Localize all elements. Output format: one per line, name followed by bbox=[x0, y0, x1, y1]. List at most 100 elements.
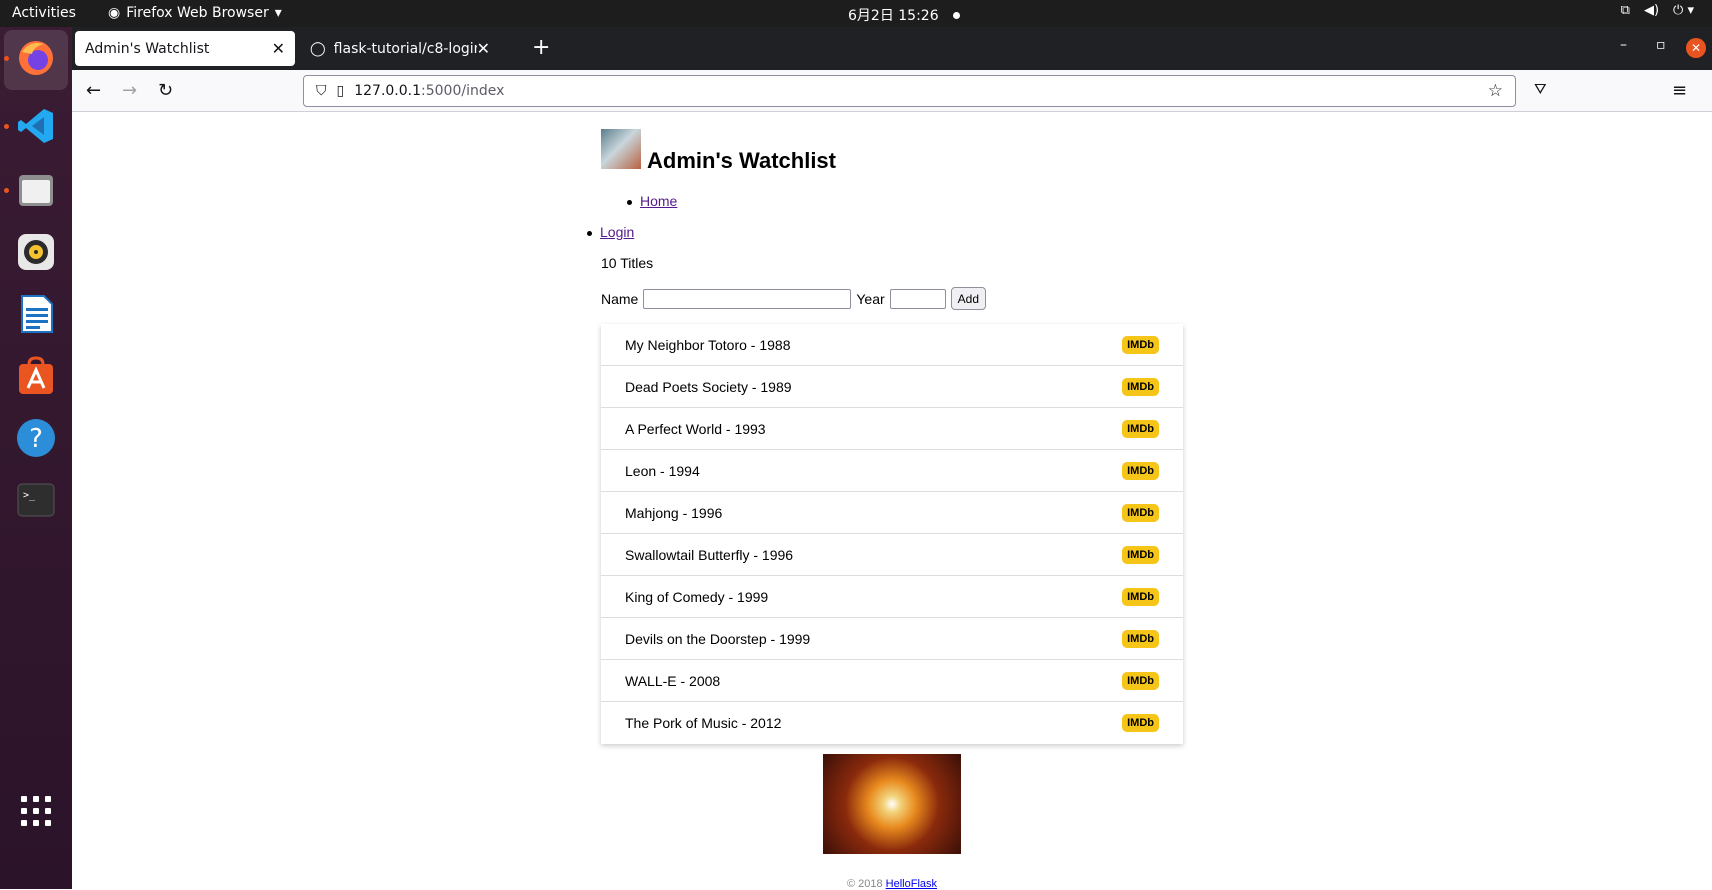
forward-arrow-icon[interactable]: → bbox=[122, 80, 137, 101]
imdb-link[interactable]: IMDb bbox=[1122, 587, 1159, 606]
dock-software[interactable] bbox=[14, 354, 58, 398]
movie-title: Devils on the Doorstep - 1999 bbox=[625, 630, 811, 647]
year-label: Year bbox=[856, 290, 885, 307]
dock-files[interactable] bbox=[4, 168, 58, 212]
imdb-link[interactable]: IMDb bbox=[1122, 377, 1159, 396]
running-indicator bbox=[4, 124, 9, 129]
list-item: My Neighbor Totoro - 1988 IMDb bbox=[601, 324, 1183, 366]
tab-flask-tutorial[interactable]: ◯ flask-tutorial/c8-login.md ✕ bbox=[300, 31, 500, 66]
movie-title: WALL-E - 2008 bbox=[625, 672, 721, 689]
page-content: Admin's Watchlist Home Login 10 Titles N… bbox=[72, 112, 1712, 890]
movie-title: The Pork of Music - 2012 bbox=[625, 715, 782, 731]
avatar bbox=[601, 129, 641, 169]
tab-title: Admin's Watchlist bbox=[85, 40, 210, 57]
movie-title: A Perfect World - 1993 bbox=[625, 420, 766, 437]
system-top-bar: Activities ◉ Firefox Web Browser ▾ 6月2日 … bbox=[0, 0, 1712, 27]
dock-writer[interactable] bbox=[14, 292, 58, 336]
movie-title: Swallowtail Butterfly - 1996 bbox=[625, 546, 794, 563]
terminal-icon: >_ bbox=[17, 483, 55, 517]
dock-rhythmbox[interactable] bbox=[14, 230, 58, 274]
movie-title: Dead Poets Society - 1989 bbox=[625, 378, 792, 395]
add-button[interactable]: Add bbox=[950, 287, 987, 310]
shield-icon[interactable]: ⛉ bbox=[316, 83, 327, 99]
close-window-button[interactable]: ✕ bbox=[1686, 38, 1706, 58]
imdb-link[interactable]: IMDb bbox=[1122, 714, 1159, 732]
nav-item-login: Login bbox=[587, 224, 634, 240]
page-title: Admin's Watchlist bbox=[647, 148, 836, 173]
software-store-icon bbox=[19, 356, 53, 394]
tab-admins-watchlist[interactable]: Admin's Watchlist ✕ bbox=[75, 31, 295, 66]
running-indicator bbox=[4, 188, 9, 193]
titles-count: 10 Titles bbox=[601, 255, 654, 271]
list-item: Dead Poets Society - 1989 IMDb bbox=[601, 366, 1183, 408]
bullet-icon bbox=[627, 199, 632, 205]
minimize-icon[interactable]: – bbox=[1620, 37, 1627, 53]
imdb-link[interactable]: IMDb bbox=[1122, 335, 1159, 354]
url-bar[interactable]: ⛉ ▯ 127.0.0.1:5000/index ☆ bbox=[303, 75, 1516, 107]
app-grid-icon bbox=[21, 796, 51, 826]
imdb-link[interactable]: IMDb bbox=[1122, 461, 1159, 480]
imdb-link[interactable]: IMDb bbox=[1122, 629, 1159, 648]
dock-vscode[interactable] bbox=[4, 104, 58, 148]
dock-firefox[interactable] bbox=[4, 36, 58, 80]
imdb-link[interactable]: IMDb bbox=[1122, 671, 1159, 690]
tab-title: flask-tutorial/c8-login.md bbox=[333, 40, 477, 57]
help-icon: ? bbox=[17, 419, 55, 457]
list-item: Leon - 1994 IMDb bbox=[601, 450, 1183, 492]
clock-label: 6月2日 15:26 bbox=[848, 8, 939, 24]
movie-title: My Neighbor Totoro - 1988 bbox=[625, 336, 791, 353]
list-item: Swallowtail Butterfly - 1996 IMDb bbox=[601, 534, 1183, 576]
movie-title: Leon - 1994 bbox=[625, 462, 700, 479]
year-input[interactable] bbox=[889, 288, 946, 309]
imdb-link[interactable]: IMDb bbox=[1122, 419, 1159, 438]
page-info-icon[interactable]: ▯ bbox=[337, 83, 345, 99]
firefox-icon: ◉ bbox=[108, 5, 121, 21]
firefox-icon bbox=[19, 41, 53, 75]
power-icon: ⏻ ▾ bbox=[1673, 3, 1694, 18]
running-indicator bbox=[4, 56, 9, 61]
url-path: :5000/index bbox=[421, 83, 505, 99]
name-label: Name bbox=[601, 290, 639, 307]
list-item: A Perfect World - 1993 IMDb bbox=[601, 408, 1183, 450]
back-arrow-icon[interactable]: ← bbox=[86, 80, 101, 101]
browser-nav-bar: ← → ↻ ⛉ ▯ 127.0.0.1:5000/index ☆ ⛛ ≡ bbox=[72, 70, 1712, 112]
clock[interactable]: 6月2日 15:26 bbox=[848, 5, 960, 25]
bullet-icon bbox=[587, 230, 592, 236]
home-link[interactable]: Home bbox=[640, 193, 677, 209]
name-input[interactable] bbox=[643, 288, 852, 309]
login-link[interactable]: Login bbox=[600, 224, 634, 240]
reload-icon[interactable]: ↻ bbox=[158, 80, 173, 101]
chevron-down-icon: ▾ bbox=[274, 5, 282, 21]
restore-icon[interactable]: ▫ bbox=[1656, 37, 1666, 53]
close-tab-icon[interactable]: ✕ bbox=[477, 39, 490, 58]
url-host: 127.0.0.1 bbox=[354, 83, 422, 99]
github-icon: ◯ bbox=[310, 40, 326, 57]
dock-show-apps[interactable] bbox=[14, 789, 58, 833]
pocket-icon[interactable]: ⛛ bbox=[1534, 80, 1547, 98]
close-tab-icon[interactable]: ✕ bbox=[272, 39, 285, 58]
imdb-link[interactable]: IMDb bbox=[1122, 503, 1159, 522]
add-movie-form: Name Year Add bbox=[601, 287, 987, 310]
hamburger-menu-icon[interactable]: ≡ bbox=[1672, 80, 1687, 101]
helloflask-link[interactable]: HelloFlask bbox=[886, 878, 937, 890]
files-icon bbox=[19, 175, 53, 206]
list-item: Mahjong - 1996 IMDb bbox=[601, 492, 1183, 534]
rhythmbox-icon bbox=[18, 234, 54, 270]
system-tray[interactable]: ⧉ ◀) ⏻ ▾ bbox=[1621, 3, 1694, 18]
dock-help[interactable]: ? bbox=[14, 416, 58, 460]
bookmark-star-icon[interactable]: ☆ bbox=[1488, 81, 1503, 101]
notification-dot-icon bbox=[952, 11, 960, 19]
activities-button[interactable]: Activities bbox=[12, 5, 76, 21]
footer-image bbox=[823, 754, 961, 854]
dock-terminal[interactable]: >_ bbox=[14, 478, 58, 522]
app-menu-label: Firefox Web Browser bbox=[126, 5, 269, 21]
movie-list: My Neighbor Totoro - 1988 IMDb Dead Poets… bbox=[601, 324, 1183, 744]
vscode-icon bbox=[18, 109, 53, 143]
svg-text:?: ? bbox=[29, 424, 43, 454]
dock: ? >_ bbox=[0, 27, 72, 889]
new-tab-button[interactable]: + bbox=[532, 35, 550, 60]
list-item: Devils on the Doorstep - 1999 IMDb bbox=[601, 618, 1183, 660]
app-menu[interactable]: ◉ Firefox Web Browser ▾ bbox=[108, 5, 282, 21]
svg-text:>_: >_ bbox=[23, 490, 36, 501]
imdb-link[interactable]: IMDb bbox=[1122, 545, 1159, 564]
